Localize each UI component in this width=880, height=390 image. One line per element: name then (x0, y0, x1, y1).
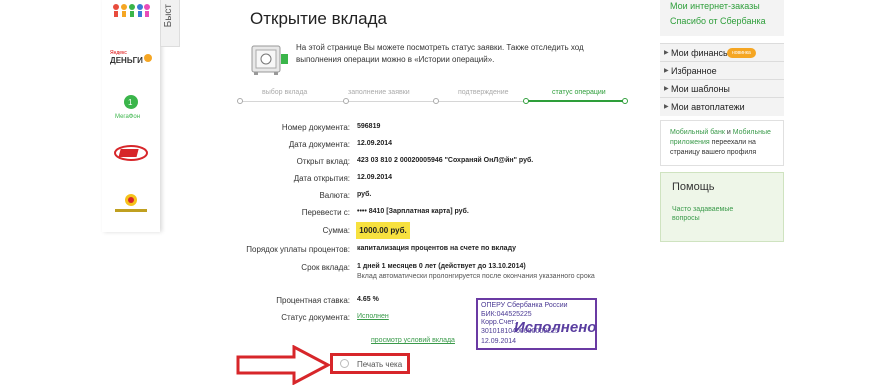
detail-label: Открыт вклад: (296, 157, 350, 166)
online-orders-link[interactable]: Мои интернет-заказы (670, 1, 760, 11)
detail-label: Статус документа: (281, 313, 350, 322)
detail-label: Дата документа: (288, 140, 350, 149)
sidebar-item-autopayments[interactable]: ▶ Мои автоплатежи (660, 97, 784, 116)
mobile-bank-info-text: Мобильный банк и Мобильные приложения пе… (670, 128, 782, 158)
detail-value: 12.09.2014 (357, 174, 393, 181)
quick-access-tab[interactable]: Быст (160, 0, 180, 47)
detail-value: 12.09.2014 (357, 140, 393, 147)
spasibo-link[interactable]: Спасибо от Сбербанка (670, 16, 766, 26)
detail-label: Порядок уплаты процентов: (246, 245, 350, 254)
sidebar-item-templates[interactable]: ▶ Мои шаблоны (660, 79, 784, 98)
step-label: выбор вклада (262, 89, 308, 96)
stamp-date: 12.09.2014 (481, 338, 517, 345)
stamp-line: ОПЕРУ Сбербанка России (481, 302, 568, 309)
detail-value: 423 03 810 2 00020005946 "Сохраняй ОнЛ@й… (357, 157, 534, 164)
detail-value: 596819 (357, 123, 381, 130)
printer-icon[interactable] (340, 359, 349, 368)
step-dot (433, 98, 439, 104)
print-receipt-link[interactable]: Печать чека (357, 360, 402, 369)
svg-text:1: 1 (128, 98, 133, 107)
sidebar-item-label: Избранное (671, 66, 717, 76)
detail-value: 4.65 % (357, 296, 379, 303)
detail-value: •••• 8410 [Зарплатная карта] руб. (357, 208, 469, 215)
detail-label: Валюта: (319, 191, 350, 200)
new-badge: новинка (727, 48, 756, 58)
quick-access-tab-label: Быст (163, 4, 174, 28)
triangle-right-icon: ▶ (664, 104, 669, 110)
safe-icon (250, 44, 290, 81)
svg-text:МегаФон: МегаФон (115, 114, 140, 120)
step-dot (343, 98, 349, 104)
mobile-bank-link[interactable]: Мобильный банк (670, 129, 725, 136)
detail-label: Процентная ставка: (276, 296, 350, 305)
detail-label: Срок вклада: (301, 263, 350, 272)
intro-text: На этой странице Вы можете посмотреть ст… (296, 43, 584, 64)
step-dot (622, 98, 628, 104)
amount-value: 1000.00 руб. (356, 222, 410, 239)
red-brand-logo[interactable] (108, 144, 154, 164)
detail-value: 1 дней 1 месяцев 0 лет (действует до 13.… (357, 263, 526, 270)
info-text: и (724, 129, 733, 136)
megafon-logo[interactable]: 1 МегаФон (108, 94, 154, 122)
detail-label: Перевести с: (301, 208, 350, 217)
step-label-current: статус операции (552, 89, 606, 96)
stamp-status: Исполнено (514, 319, 597, 336)
annotation-arrow-icon (236, 344, 332, 390)
detail-note: Вклад автоматически пролонгируется после… (357, 273, 595, 280)
detail-label: Дата открытия: (293, 174, 350, 183)
help-title: Помощь (672, 181, 715, 193)
stamp-line: БИК:044525225 (481, 310, 532, 318)
triangle-right-icon: ▶ (664, 86, 669, 92)
step-label: подтверждение (458, 89, 509, 96)
progress-current-segment (527, 100, 626, 102)
sidebar-item-label: Мои финансы (671, 48, 730, 58)
detail-label: Сумма: (322, 226, 350, 235)
step-label: заполнение заявки (348, 89, 410, 96)
yandex-money-logo[interactable]: Яндекс ДЕНЬГИ (108, 48, 154, 68)
sidebar-item-favorites[interactable]: ▶ Избранное (660, 61, 784, 80)
sidebar-item-label: Мои шаблоны (671, 84, 730, 94)
detail-label: Номер документа: (281, 123, 350, 132)
detail-value: капитализация процентов на счете по вкла… (357, 245, 516, 252)
step-dot (523, 98, 529, 104)
faq-link[interactable]: Часто задаваемые вопросы (672, 205, 762, 223)
svg-text:ДЕНЬГИ: ДЕНЬГИ (110, 56, 143, 65)
step-dot (237, 98, 243, 104)
detail-value: руб. (357, 191, 372, 198)
yellow-brand-logo[interactable] (108, 192, 154, 218)
sidebar-item-finances[interactable]: ▶ Мои финансы новинка (660, 43, 784, 62)
view-terms-link[interactable]: просмотр условий вклада (371, 337, 455, 344)
document-status-link[interactable]: Исполнен (357, 313, 389, 320)
page-title: Открытие вклада (250, 9, 387, 28)
triangle-right-icon: ▶ (664, 68, 669, 74)
colorful-figures-logo[interactable] (108, 2, 154, 20)
triangle-right-icon: ▶ (664, 50, 669, 56)
sidebar-item-label: Мои автоплатежи (671, 102, 745, 112)
bank-stamp: ОПЕРУ Сбербанка России БИК:044525225 Кор… (476, 298, 597, 350)
